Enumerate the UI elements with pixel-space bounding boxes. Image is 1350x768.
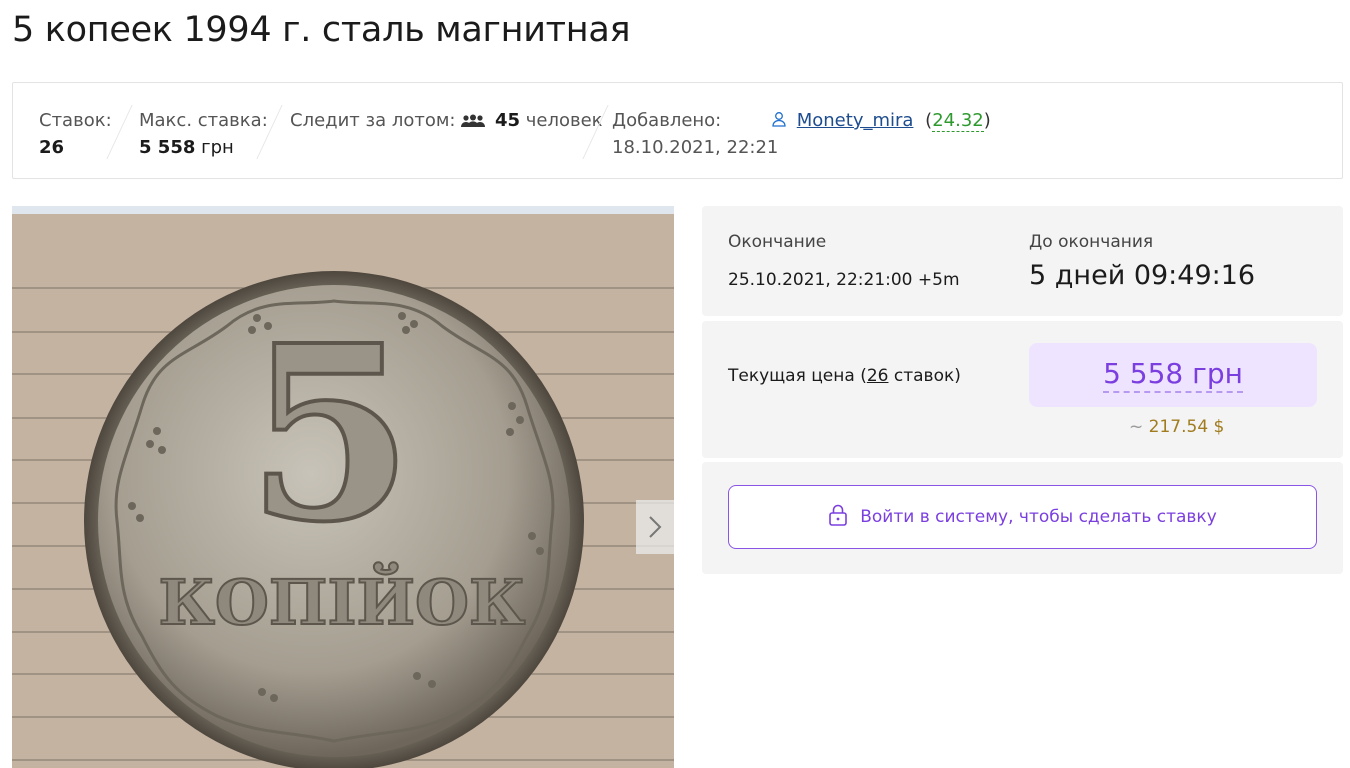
rating-paren-close: ) [983,110,991,131]
max-bid-label: Макс. ставка: [139,110,268,131]
bid-count-suffix: ставок) [888,366,961,386]
login-to-bid-label: Войти в систему, чтобы сделать ставку [860,507,1217,527]
added-stat: Добавлено: 18.10.2021, 22:21 [612,107,778,161]
watchers-unit: человек [525,110,603,131]
svg-text:КОПІЙОК: КОПІЙОК [159,562,526,639]
watchers-count: 45 [494,110,521,131]
login-to-bid-button[interactable]: Войти в систему, чтобы сделать ставку [728,485,1317,549]
end-label: Окончание [728,232,827,252]
usd-value: 217.54 $ [1148,417,1225,437]
user-icon [771,108,787,135]
auction-timing-panel: Окончание 25.10.2021, 22:21:00 +5m До ок… [702,206,1343,316]
people-icon [461,109,486,136]
svg-text:5: 5 [247,293,414,575]
added-value: 18.10.2021, 22:21 [612,137,779,158]
max-bid-stat: Макс. ставка: 5 558 грн [139,107,268,161]
seller-rating[interactable]: 24.32 [932,110,984,132]
current-price-label: Текущая цена ( [728,366,867,386]
lot-photo[interactable]: 5 КОПІЙОК [12,206,674,768]
price-box: 5 558 грн [1029,343,1317,407]
watchers-stat: Следит за лотом: 45 человек [290,107,603,136]
added-label: Добавлено: [612,110,722,131]
bids-stat: Ставок: 26 [39,107,112,161]
gallery-next-button[interactable] [636,500,674,554]
chevron-right-icon [648,515,662,539]
remaining-label: До окончания [1029,232,1154,252]
countdown-timer: 5 дней 09:49:16 [1029,260,1256,291]
max-bid-value: 5 558 [139,137,196,158]
bid-count-link[interactable]: 26 [867,366,889,386]
lock-icon [828,504,848,531]
page-title: 5 копеек 1994 г. сталь магнитная [12,10,631,50]
current-price[interactable]: 5 558 грн [1103,357,1243,393]
bid-action-panel: Войти в систему, чтобы сделать ставку [702,462,1343,574]
bids-value: 26 [39,137,65,158]
usd-price: ~ 217.54 $ [1129,417,1224,437]
approx-sign: ~ [1129,417,1144,437]
coin-image: 5 КОПІЙОК [12,206,674,768]
bids-label: Ставок: [39,110,112,131]
seller-info: Monety_mira (24.32) [771,107,991,135]
lot-stats-bar: Ставок: 26 Макс. ставка: 5 558 грн Следи… [12,82,1343,179]
current-price-label-row: Текущая цена (26 ставок) [728,366,961,386]
seller-link[interactable]: Monety_mira [797,110,914,131]
end-value: 25.10.2021, 22:21:00 +5m [728,270,960,290]
current-price-panel: Текущая цена (26 ставок) 5 558 грн ~ 217… [702,321,1343,458]
max-bid-unit: грн [201,137,234,158]
watchers-label: Следит за лотом: [290,110,456,131]
